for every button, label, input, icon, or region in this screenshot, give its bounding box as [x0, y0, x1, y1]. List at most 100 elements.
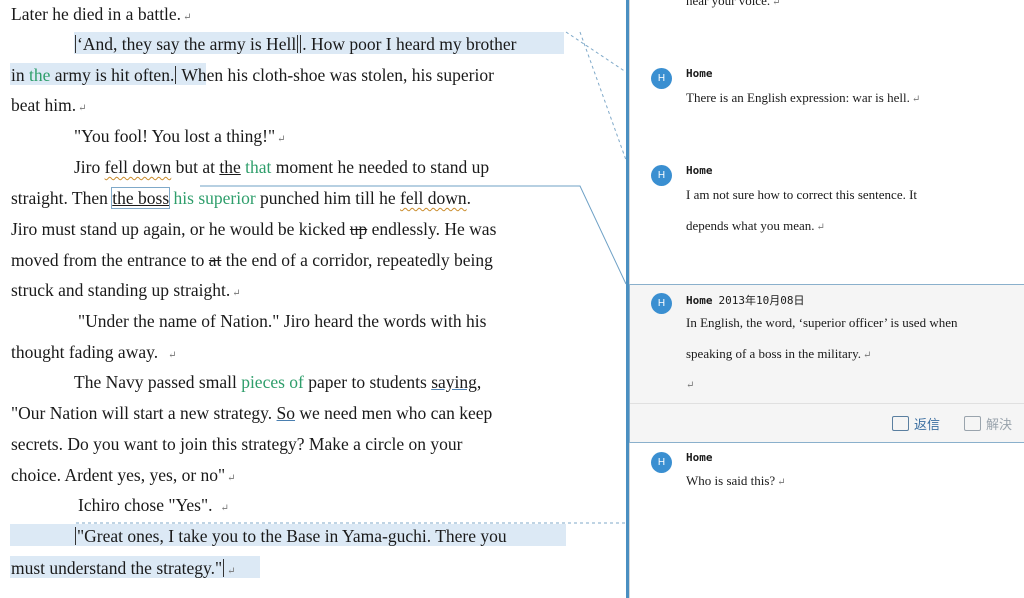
comment-author: Home [686, 164, 713, 177]
text: must understand the strategy." [11, 558, 223, 578]
inserted-text: his superior [173, 188, 256, 208]
text-line[interactable]: "You fool! You lost a thing!" ↵ [74, 124, 286, 152]
paragraph-mark: ↵ [816, 222, 825, 233]
text-line[interactable]: "Great ones, I take you to the Base in Y… [74, 524, 507, 548]
text: struck and standing up straight. [11, 280, 231, 300]
commented-text: the boss [111, 187, 171, 209]
comment-text: In English, the word, ‘superior officer’… [686, 308, 1016, 338]
resolve-label: 解決 [986, 418, 1013, 433]
paragraph-mark: ↵ [168, 350, 177, 361]
comment-3-active[interactable]: H Home 2013年10月08日 In English, the word, … [629, 284, 1024, 443]
resolve-button[interactable]: 解決 [964, 414, 1012, 433]
resolve-icon [964, 416, 981, 431]
text: Jiro [74, 157, 105, 177]
text: choice. Ardent yes, yes, or no" [11, 465, 226, 485]
avatar: H [651, 165, 672, 186]
comment-4[interactable]: H Home Who is said this? ↵ [630, 444, 1024, 524]
text: "Great ones, I take you to the Base in Y… [77, 526, 507, 546]
comment-text: ↵ [686, 369, 1016, 401]
text-line[interactable]: Ichiro chose "Yes". ↵ [78, 493, 229, 521]
text: we need men who can keep [295, 403, 493, 423]
text-line[interactable]: in the army is hit often. When his cloth… [11, 63, 494, 87]
text: paper to students [303, 372, 432, 392]
comment-text: I am not sure how to correct this senten… [686, 180, 1016, 210]
text: When his cloth-shoe was stolen, his supe… [177, 65, 494, 85]
text: punched him till he [255, 188, 401, 208]
comment-text: There is an English expression: war is h… [686, 83, 1016, 115]
paragraph-mark: ↵ [772, 0, 781, 8]
text: Jiro must stand up again, or he would be… [11, 219, 350, 239]
text: moved from the entrance to [11, 250, 209, 270]
text-line[interactable]: thought fading away. ↵ [11, 340, 176, 368]
text: ‘And, they say the army is Hell [77, 34, 297, 54]
paragraph-mark: ↵ [863, 350, 872, 361]
comment-date: 2013年10月08日 [718, 294, 805, 307]
paragraph-mark: ↵ [78, 103, 87, 114]
text-line[interactable]: must understand the strategy." ↵ [11, 556, 236, 584]
document-body[interactable]: Later he died in a battle. ↵ ‘And, they s… [0, 0, 626, 598]
text: secrets. Do you want to join this strate… [11, 434, 463, 454]
paragraph-mark: ↵ [227, 566, 236, 577]
comment-text-content: Who is said this? [686, 473, 776, 488]
comment-actions: 返信 解決 [630, 403, 1024, 442]
comment-author-name: Home [686, 294, 713, 307]
text: "Our Nation will start a new strategy. [11, 403, 277, 423]
text-line[interactable]: Jiro fell down but at the that moment he… [74, 155, 489, 179]
text: but at [171, 157, 220, 177]
text: the end of a corridor, repeatedly being [221, 250, 493, 270]
paragraph-mark: ↵ [220, 503, 229, 514]
text-line[interactable]: moved from the entrance to at the end of… [11, 248, 493, 272]
comment-pane: hear your voice. ↵ H Home There is an Eng… [629, 0, 1024, 598]
comment-text: speaking of a boss in the military. ↵ [686, 339, 1016, 371]
text: Later he died in a battle. [11, 4, 182, 24]
text-line[interactable]: The Navy passed small pieces of paper to… [74, 370, 481, 394]
commented-text: So [276, 403, 296, 423]
text: moment he needed to stand up [271, 157, 490, 177]
text-line[interactable]: Jiro must stand up again, or he would be… [11, 217, 496, 241]
text: endlessly. He was [367, 219, 497, 239]
text: army is hit often. [50, 65, 175, 85]
text-line[interactable]: ‘And, they say the army is Hell. How poo… [74, 32, 517, 56]
reply-icon [892, 416, 909, 431]
text: straight. Then [11, 188, 113, 208]
comment-end-marker [297, 35, 299, 53]
text-line[interactable]: "Our Nation will start a new strategy. S… [11, 401, 492, 425]
comment-text-content: There is an English expression: war is h… [686, 90, 910, 105]
comment-1[interactable]: H Home There is an English expression: w… [630, 60, 1024, 140]
text: thought fading away. [11, 342, 159, 362]
reply-label: 返信 [914, 418, 941, 433]
avatar: H [651, 452, 672, 473]
avatar: H [651, 293, 672, 314]
comment-text-content: speaking of a boss in the military. [686, 346, 861, 361]
text-line[interactable]: secrets. Do you want to join this strate… [11, 432, 462, 456]
comment-text-content: depends what you mean. [686, 218, 815, 233]
comment-author: Home 2013年10月08日 [686, 292, 804, 308]
comment-previous[interactable]: hear your voice. ↵ [630, 0, 1024, 20]
text: "You fool! You lost a thing!" [74, 126, 276, 146]
paragraph-mark: ↵ [232, 288, 241, 299]
grammar-flag[interactable]: fell down [105, 157, 172, 177]
text-line[interactable]: "Under the name of Nation." Jiro heard t… [78, 309, 486, 333]
text: . How poor I heard my brother [302, 34, 517, 54]
comment-start-marker [75, 527, 76, 545]
comment-2[interactable]: H Home I am not sure how to correct this… [630, 157, 1024, 267]
inserted-text: that [245, 157, 272, 177]
text: . [466, 188, 471, 208]
text-line[interactable]: struck and standing up straight. ↵ [11, 278, 241, 306]
text: Ichiro chose "Yes". [78, 495, 213, 515]
comment-author: Home [686, 67, 713, 80]
avatar: H [651, 68, 672, 89]
comment-text: hear your voice. ↵ [686, 0, 1016, 18]
comment-text-content: hear your voice. [686, 0, 771, 8]
text: The Navy passed small [74, 372, 242, 392]
text-line[interactable]: Later he died in a battle. ↵ [11, 2, 191, 30]
commented-text: saying, [431, 372, 482, 392]
text-line[interactable]: straight. Then the boss his superior pun… [11, 186, 471, 210]
text-line[interactable]: beat him. ↵ [11, 93, 87, 121]
paragraph-mark: ↵ [911, 94, 921, 105]
text-line[interactable]: choice. Ardent yes, yes, or no" ↵ [11, 463, 236, 491]
grammar-flag[interactable]: fell down [400, 188, 467, 208]
deleted-text: at [208, 250, 222, 270]
paragraph-mark: ↵ [227, 473, 236, 484]
reply-button[interactable]: 返信 [892, 414, 940, 433]
